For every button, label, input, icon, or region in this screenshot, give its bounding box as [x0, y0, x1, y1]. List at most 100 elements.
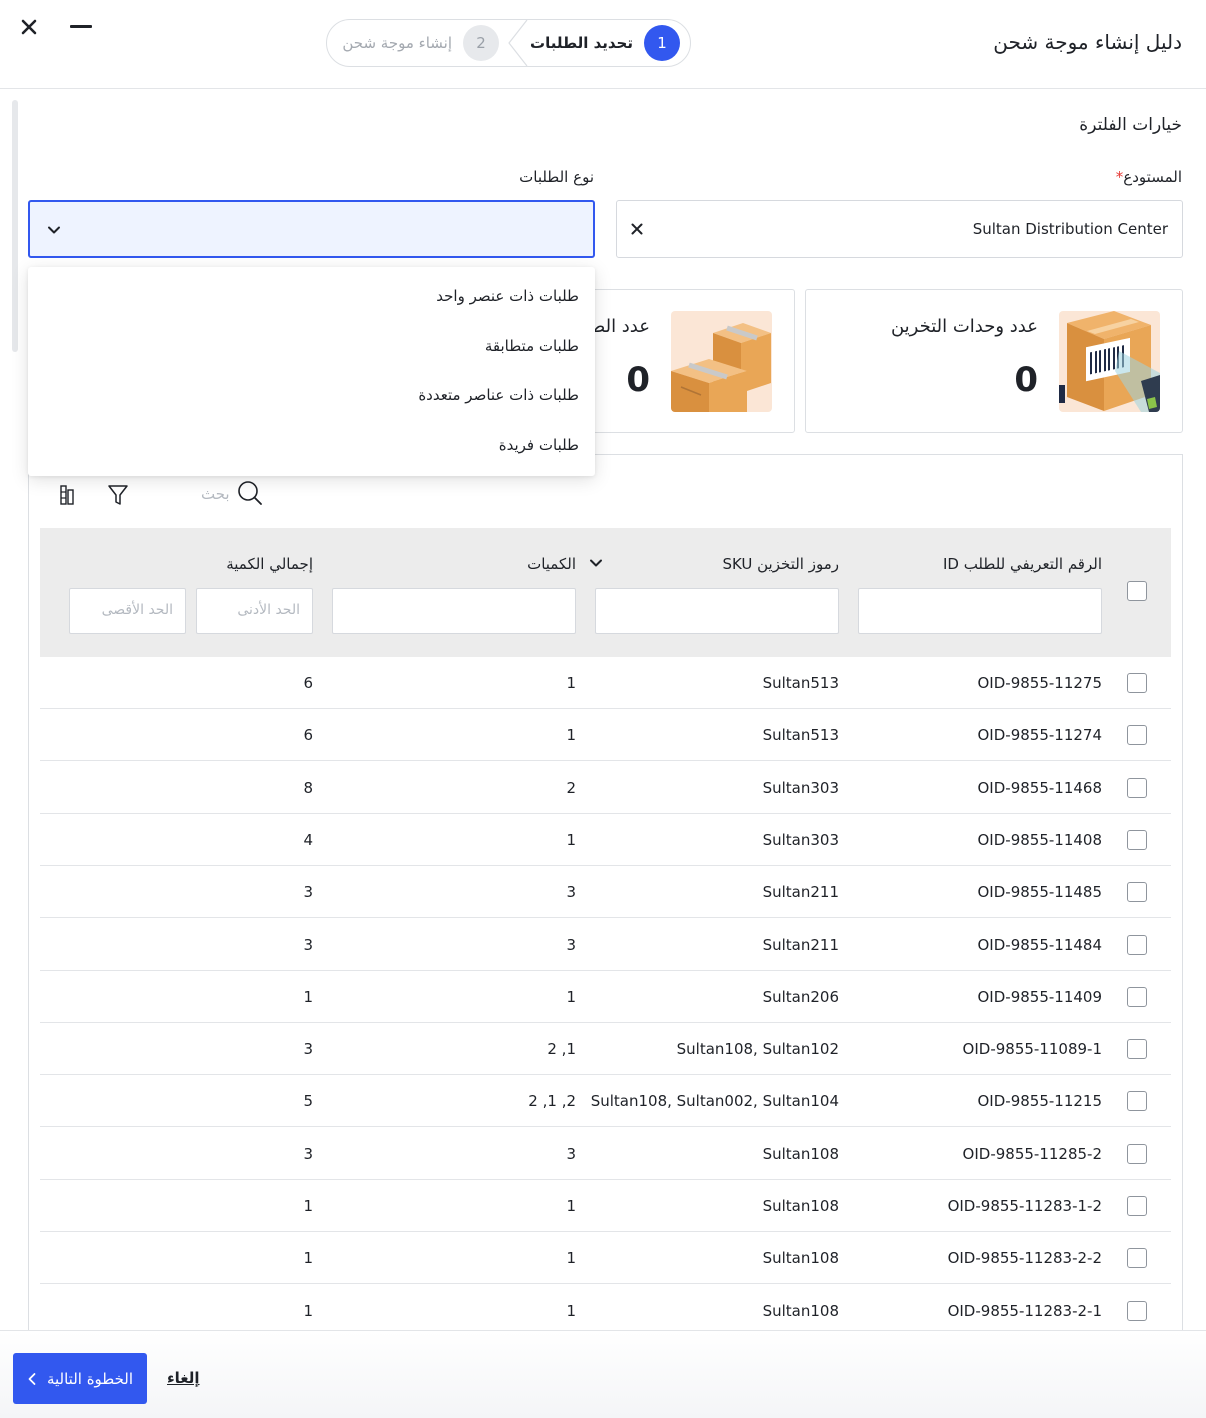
cell-quantities: 1 — [566, 830, 576, 849]
row-checkbox[interactable] — [1127, 725, 1147, 746]
table-row[interactable]: OID-9855-11285-2 Sultan108 3 3 — [40, 1128, 1171, 1180]
min-qty-input[interactable]: الحد الأدنى — [196, 588, 313, 634]
row-checkbox[interactable] — [1127, 1091, 1147, 1112]
sku-filter-input[interactable] — [595, 588, 839, 634]
cell-sku: Sultan211 — [762, 883, 839, 902]
cell-quantities: 3 — [566, 1144, 576, 1163]
table-row[interactable]: OID-9855-11283-1-2 Sultan108 1 1 — [40, 1180, 1171, 1232]
cell-order-id: OID-9855-11274 — [977, 726, 1103, 745]
cell-order-id: OID-9855-11283-2-1 — [947, 1301, 1102, 1320]
table-row[interactable]: OID-9855-11468 Sultan303 2 8 — [40, 762, 1171, 814]
boxes-illustration — [671, 311, 772, 412]
stepper: 1 تحديد الطلبات 2 إنشاء موجة شحن — [326, 19, 691, 67]
select-all-checkbox[interactable] — [1127, 581, 1147, 601]
warehouse-value: Sultan Distribution Center — [972, 220, 1168, 238]
row-checkbox[interactable] — [1127, 1300, 1147, 1321]
warehouse-select[interactable]: Sultan Distribution Center — [616, 200, 1183, 258]
step-create-wave[interactable]: 2 إنشاء موجة شحن — [327, 20, 507, 66]
scrollbar[interactable] — [12, 100, 18, 352]
row-checkbox[interactable] — [1127, 777, 1147, 798]
min-qty-placeholder: الحد الأدنى — [237, 602, 300, 618]
option-unique-orders[interactable]: طلبات فريدة — [499, 436, 579, 454]
wizard-header: 1 تحديد الطلبات 2 إنشاء موجة شحن دليل إن… — [0, 0, 1206, 89]
column-header-order-id[interactable]: الرقم التعريفي للطلب ID — [943, 555, 1102, 573]
max-qty-placeholder: الحد الأقصى — [101, 602, 173, 618]
filters-title: خيارات الفلترة — [1079, 115, 1182, 135]
table-row[interactable]: OID-9855-11274 Sultan513 1 6 — [40, 709, 1171, 762]
cell-total-qty: 8 — [303, 778, 313, 797]
wizard-footer: الخطوة التالية إلغاء — [0, 1330, 1206, 1418]
cancel-link[interactable]: إلغاء — [167, 1369, 200, 1387]
table-row[interactable]: OID-9855-11283-2-2 Sultan108 1 1 — [40, 1232, 1171, 1285]
row-checkbox[interactable] — [1127, 673, 1147, 693]
option-matching-orders[interactable]: طلبات متطابقة — [485, 337, 579, 355]
order-type-label: نوع الطلبات — [519, 168, 594, 186]
table-row[interactable]: OID-9855-11408 Sultan303 1 4 — [40, 814, 1171, 866]
order-id-filter-input[interactable] — [858, 588, 1102, 634]
cell-order-id: OID-9855-11283-2-2 — [947, 1249, 1102, 1268]
row-checkbox[interactable] — [1127, 1039, 1147, 1060]
row-checkbox[interactable] — [1127, 882, 1147, 903]
cell-sku: Sultan211 — [762, 935, 839, 954]
stat-card-storage-units: عدد وحدات التخرين 0 — [805, 289, 1183, 433]
cell-sku: Sultan108, Sultan002, Sultan104 — [590, 1092, 839, 1111]
row-checkbox[interactable] — [1127, 986, 1147, 1007]
sort-chevron-down-icon[interactable] — [588, 555, 604, 571]
stat-value-orders: 0 — [626, 360, 650, 400]
column-header-sku[interactable]: رموز التخزين SKU — [722, 555, 839, 573]
cell-total-qty: 3 — [303, 883, 313, 902]
cell-quantities: 1 — [566, 1197, 576, 1215]
cell-sku: Sultan108 — [762, 1197, 839, 1215]
table-row[interactable]: OID-9855-11484 Sultan211 3 3 — [40, 919, 1171, 971]
table-row[interactable]: OID-9855-11409 Sultan206 1 1 — [40, 971, 1171, 1023]
warehouse-label: المستودع* — [1116, 168, 1182, 186]
row-checkbox[interactable] — [1127, 829, 1147, 850]
order-type-dropdown: طلبات ذات عنصر واحد طلبات متطابقة طلبات … — [28, 267, 595, 476]
step-label-create-wave: إنشاء موجة شحن — [342, 34, 452, 52]
table-row[interactable]: OID-9855-11283-2-1 Sultan108 1 1 — [40, 1285, 1171, 1334]
cell-quantities: 1 — [566, 1301, 576, 1320]
orders-table-panel: بحث الرقم التعريفي للطلب ID رموز التخزين… — [28, 454, 1183, 1334]
page-title: دليل إنشاء موجة شحن — [993, 30, 1182, 54]
search-icon[interactable] — [236, 479, 264, 507]
cell-quantities: 2 ,1 — [547, 1040, 576, 1059]
clear-icon[interactable] — [629, 221, 645, 237]
max-qty-input[interactable]: الحد الأقصى — [69, 588, 186, 634]
table-row[interactable]: OID-9855-11275 Sultan513 1 6 — [40, 657, 1171, 709]
filter-icon[interactable] — [107, 483, 129, 507]
row-checkbox[interactable] — [1127, 934, 1147, 955]
cell-order-id: OID-9855-11283-1-2 — [947, 1197, 1102, 1215]
cell-order-id: OID-9855-11484 — [977, 935, 1103, 954]
table-row[interactable]: OID-9855-11089-1 Sultan108, Sultan102 2 ,1… — [40, 1023, 1171, 1076]
warehouse-label-text: المستودع — [1123, 168, 1182, 186]
column-header-total-qty[interactable]: إجمالي الكمية — [226, 555, 313, 573]
cell-order-id: OID-9855-11275 — [977, 674, 1103, 692]
row-checkbox[interactable] — [1127, 1143, 1147, 1164]
cell-quantities: 3 — [566, 883, 576, 902]
cell-sku: Sultan513 — [762, 674, 839, 692]
minimize-icon[interactable] — [70, 25, 92, 28]
option-multi-item-orders[interactable]: طلبات ذات عناصر متعددة — [418, 386, 579, 404]
step-select-orders[interactable]: 1 تحديد الطلبات — [508, 20, 690, 66]
cell-sku: Sultan108 — [762, 1144, 839, 1163]
table-row[interactable]: OID-9855-11215 Sultan108, Sultan002, Sult… — [40, 1075, 1171, 1128]
cell-quantities: 2 — [566, 778, 576, 797]
table-header: الرقم التعريفي للطلب ID رموز التخزين SKU… — [40, 528, 1171, 657]
column-header-quantities[interactable]: الكميات — [527, 555, 576, 573]
row-checkbox[interactable] — [1127, 1248, 1147, 1269]
cell-total-qty: 4 — [303, 830, 313, 849]
next-step-button[interactable]: الخطوة التالية — [13, 1353, 147, 1404]
cell-total-qty: 3 — [303, 935, 313, 954]
columns-icon[interactable] — [59, 483, 75, 507]
quantities-filter-input[interactable] — [332, 588, 576, 634]
row-checkbox[interactable] — [1127, 1196, 1147, 1216]
search-input[interactable]: بحث — [201, 485, 230, 503]
chevron-down-icon[interactable] — [46, 222, 62, 238]
option-single-item-orders[interactable]: طلبات ذات عنصر واحد — [436, 287, 579, 305]
cell-quantities: 2 ,1 ,2 — [528, 1092, 576, 1111]
next-step-label: الخطوة التالية — [46, 1369, 134, 1388]
close-icon[interactable] — [16, 14, 42, 40]
order-type-select[interactable] — [28, 200, 595, 258]
table-row[interactable]: OID-9855-11485 Sultan211 3 3 — [40, 866, 1171, 919]
cell-quantities: 3 — [566, 935, 576, 954]
